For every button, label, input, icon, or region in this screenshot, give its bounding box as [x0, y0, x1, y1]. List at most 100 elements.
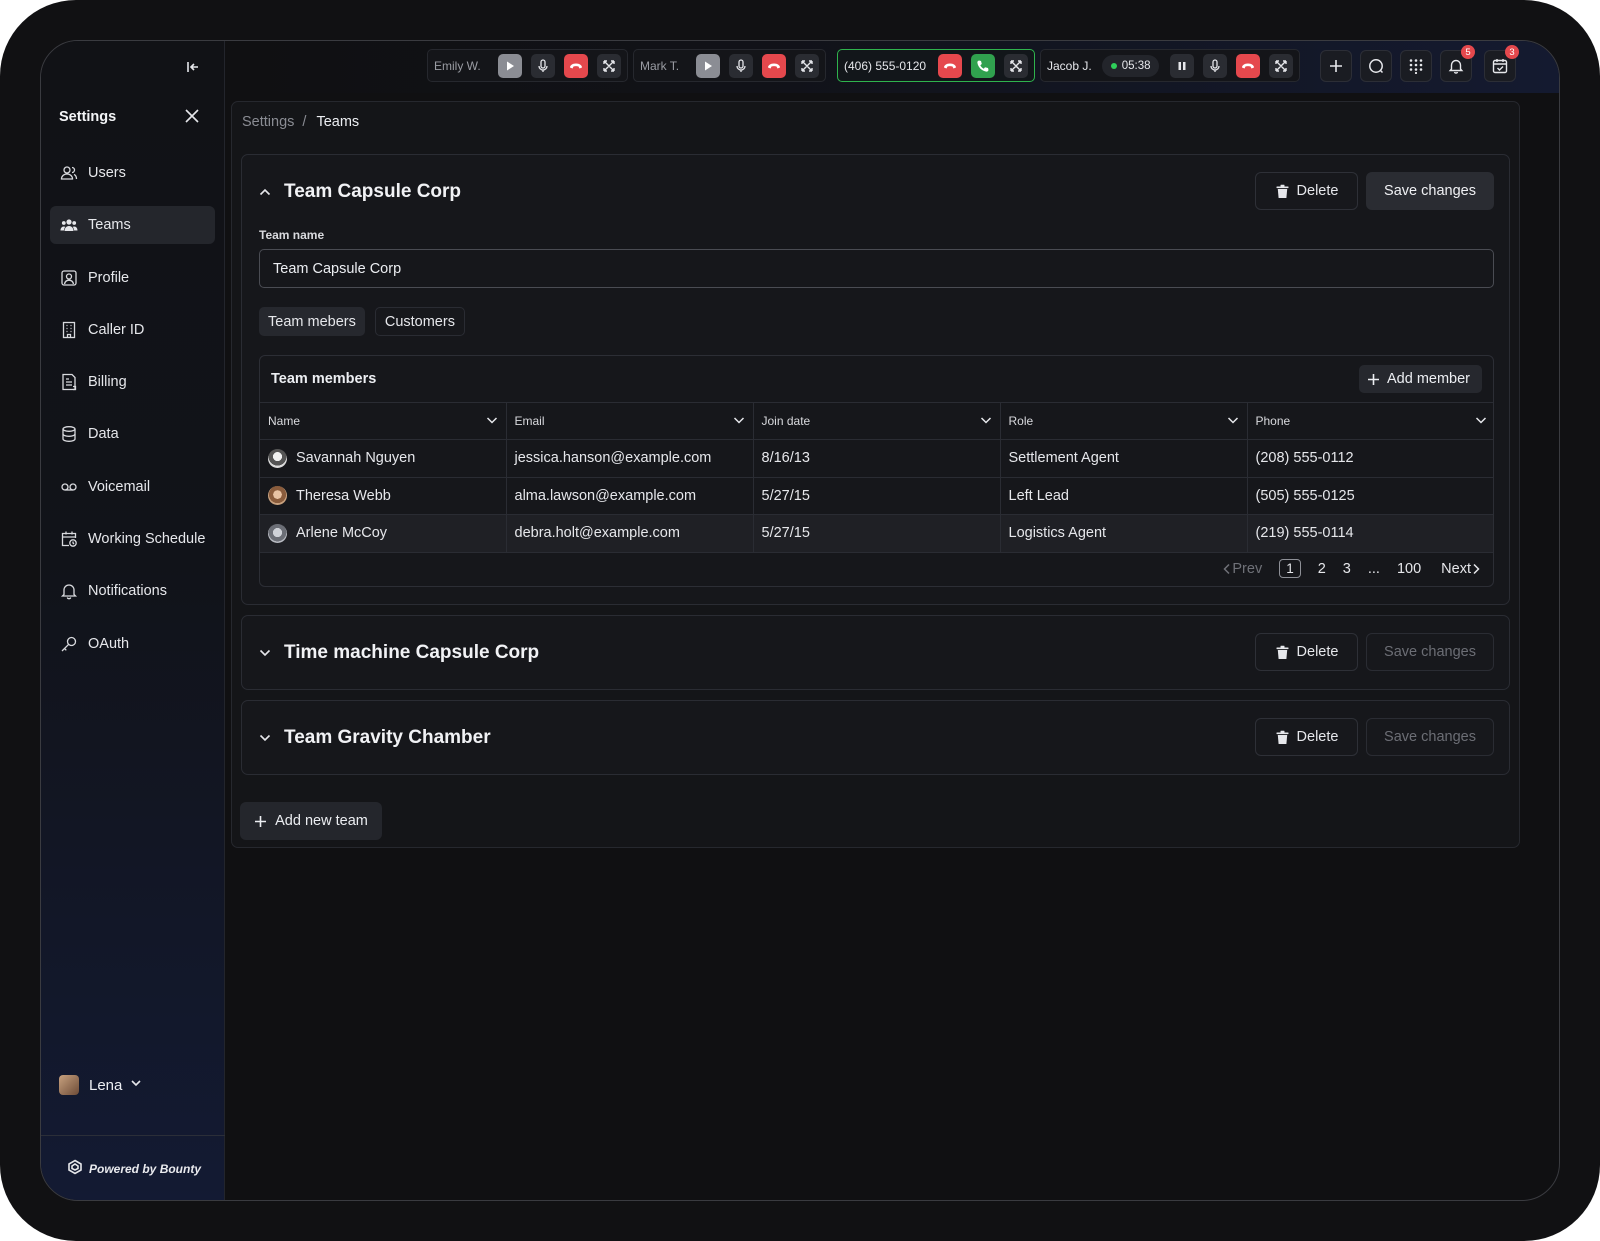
- add-member-label: Add member: [1386, 371, 1470, 387]
- save-changes-button[interactable]: Save changes: [1366, 172, 1494, 210]
- next-page-button[interactable]: Next: [1441, 561, 1481, 577]
- settings-content: Settings / Teams Team Capsule Corp Delet…: [231, 101, 1520, 848]
- chevron-down-icon: [733, 414, 745, 429]
- app-screen: Settings Users Teams Profile Caller ID B…: [40, 40, 1560, 1201]
- table-row[interactable]: Theresa Webb alma.lawson@example.com 5/2…: [260, 476, 1493, 515]
- avatar: [268, 448, 287, 468]
- page-button-3[interactable]: 3: [1343, 561, 1351, 577]
- member-join-date: 5/27/15: [752, 476, 1001, 515]
- chevron-down-icon: [1475, 414, 1487, 429]
- prev-page-button[interactable]: Prev: [1222, 561, 1262, 577]
- tab-customers[interactable]: Customers: [374, 307, 465, 336]
- close-icon[interactable]: [181, 105, 203, 127]
- dialpad-icon[interactable]: [1400, 50, 1432, 82]
- expand-icon[interactable]: [596, 53, 621, 78]
- profile-icon: [60, 269, 78, 287]
- column-header-email[interactable]: Email: [505, 402, 754, 440]
- page-button-100[interactable]: 100: [1397, 561, 1421, 577]
- chevron-down-icon: [130, 1076, 142, 1094]
- sidebar-item-teams[interactable]: Teams: [50, 206, 215, 245]
- sidebar-item-notifications[interactable]: Notifications: [50, 572, 215, 610]
- delete-team-button[interactable]: Delete: [1255, 633, 1358, 671]
- voicemail-icon: [60, 478, 78, 496]
- sidebar-item-working-schedule[interactable]: Working Schedule: [50, 520, 215, 558]
- chevron-down-icon: [486, 414, 498, 429]
- sidebar-item-data[interactable]: Data: [50, 415, 215, 453]
- team-name-input[interactable]: [259, 249, 1494, 288]
- timer-text: 05:38: [1121, 59, 1151, 72]
- sidebar-item-label: Voicemail: [88, 478, 151, 495]
- column-label: Join date: [761, 414, 811, 428]
- page-button-2[interactable]: 2: [1318, 561, 1326, 577]
- save-changes-button[interactable]: Save changes: [1366, 718, 1494, 756]
- column-header-role[interactable]: Role: [999, 402, 1248, 440]
- add-icon[interactable]: [1320, 50, 1352, 82]
- team-card-time-machine: Time machine Capsule Corp Delete Save ch…: [241, 615, 1510, 690]
- sidebar-item-caller-id[interactable]: Caller ID: [50, 311, 215, 349]
- tab-team-members[interactable]: Team mebers: [259, 307, 365, 336]
- breadcrumb-settings-link[interactable]: Settings: [242, 114, 294, 130]
- sidebar-item-label: Working Schedule: [88, 531, 206, 548]
- save-changes-button[interactable]: Save changes: [1366, 633, 1494, 671]
- sidebar-item-profile[interactable]: Profile: [50, 259, 215, 297]
- delete-team-button[interactable]: Delete: [1255, 172, 1358, 210]
- expand-icon[interactable]: [1269, 53, 1294, 78]
- page-button-1[interactable]: 1: [1279, 559, 1301, 578]
- team-header-toggle[interactable]: Team Capsule Corp: [258, 155, 461, 229]
- calendar-clock-icon: [60, 530, 78, 548]
- hang-up-icon[interactable]: [762, 53, 787, 78]
- sidebar-item-users[interactable]: Users: [50, 154, 215, 192]
- caller-name: Mark T.: [640, 58, 680, 73]
- avatar: [59, 1075, 79, 1095]
- decline-call-icon[interactable]: [938, 53, 963, 78]
- sidebar-item-oauth[interactable]: OAuth: [50, 625, 215, 663]
- sidebar-item-voicemail[interactable]: Voicemail: [50, 468, 215, 506]
- delete-team-button[interactable]: Delete: [1255, 718, 1358, 756]
- team-header-toggle[interactable]: Team Gravity Chamber: [258, 701, 491, 775]
- key-icon: [60, 635, 78, 653]
- member-role: Left Lead: [999, 476, 1248, 515]
- team-title: Team Capsule Corp: [284, 181, 462, 202]
- column-header-phone[interactable]: Phone: [1246, 402, 1493, 440]
- table-row[interactable]: Arlene McCoy debra.holt@example.com 5/27…: [260, 514, 1493, 553]
- hang-up-icon[interactable]: [1236, 53, 1261, 78]
- team-header-toggle[interactable]: Time machine Capsule Corp: [258, 616, 539, 690]
- calendar-icon[interactable]: 3: [1484, 45, 1519, 82]
- pause-icon[interactable]: [1170, 53, 1195, 78]
- search-icon[interactable]: [1360, 50, 1392, 82]
- microphone-icon[interactable]: [729, 53, 754, 78]
- column-label: Phone: [1255, 414, 1291, 428]
- table-row[interactable]: Savannah Nguyen jessica.hanson@example.c…: [260, 439, 1493, 478]
- notifications-bell-icon[interactable]: 5: [1440, 45, 1475, 82]
- prev-label: Prev: [1232, 560, 1263, 577]
- play-icon[interactable]: [696, 53, 721, 78]
- calendar-badge: 3: [1505, 45, 1519, 59]
- expand-icon[interactable]: [795, 53, 820, 78]
- avatar: [268, 486, 287, 506]
- add-new-team-button[interactable]: Add new team: [240, 802, 382, 840]
- user-menu[interactable]: Lena: [59, 1075, 142, 1095]
- microphone-icon[interactable]: [530, 53, 555, 78]
- add-member-button[interactable]: Add member: [1358, 365, 1482, 393]
- team-card-capsule-corp: Team Capsule Corp Delete Save changes Te…: [241, 154, 1510, 605]
- delete-label: Delete: [1296, 729, 1339, 745]
- caller-number: (406) 555-0120: [844, 58, 927, 73]
- team-title: Time machine Capsule Corp: [284, 642, 540, 663]
- call-emily: Emily W.: [427, 49, 628, 82]
- sidebar-item-billing[interactable]: Billing: [50, 363, 215, 401]
- microphone-icon[interactable]: [1203, 53, 1228, 78]
- member-phone: (505) 555-0125: [1246, 476, 1493, 515]
- sidebar-item-label: Caller ID: [88, 321, 145, 338]
- expand-icon[interactable]: [1004, 53, 1029, 78]
- column-label: Role: [1008, 414, 1034, 428]
- column-header-name[interactable]: Name: [260, 402, 507, 440]
- play-icon[interactable]: [497, 53, 522, 78]
- collapse-sidebar-icon[interactable]: [181, 55, 205, 79]
- live-dot: [1110, 62, 1117, 69]
- accept-call-icon[interactable]: [971, 53, 996, 78]
- team-title: Team Gravity Chamber: [284, 727, 491, 748]
- delete-label: Delete: [1296, 183, 1339, 199]
- column-header-join-date[interactable]: Join date: [752, 402, 1001, 440]
- hang-up-icon[interactable]: [563, 53, 588, 78]
- breadcrumb-current: Teams: [316, 114, 360, 130]
